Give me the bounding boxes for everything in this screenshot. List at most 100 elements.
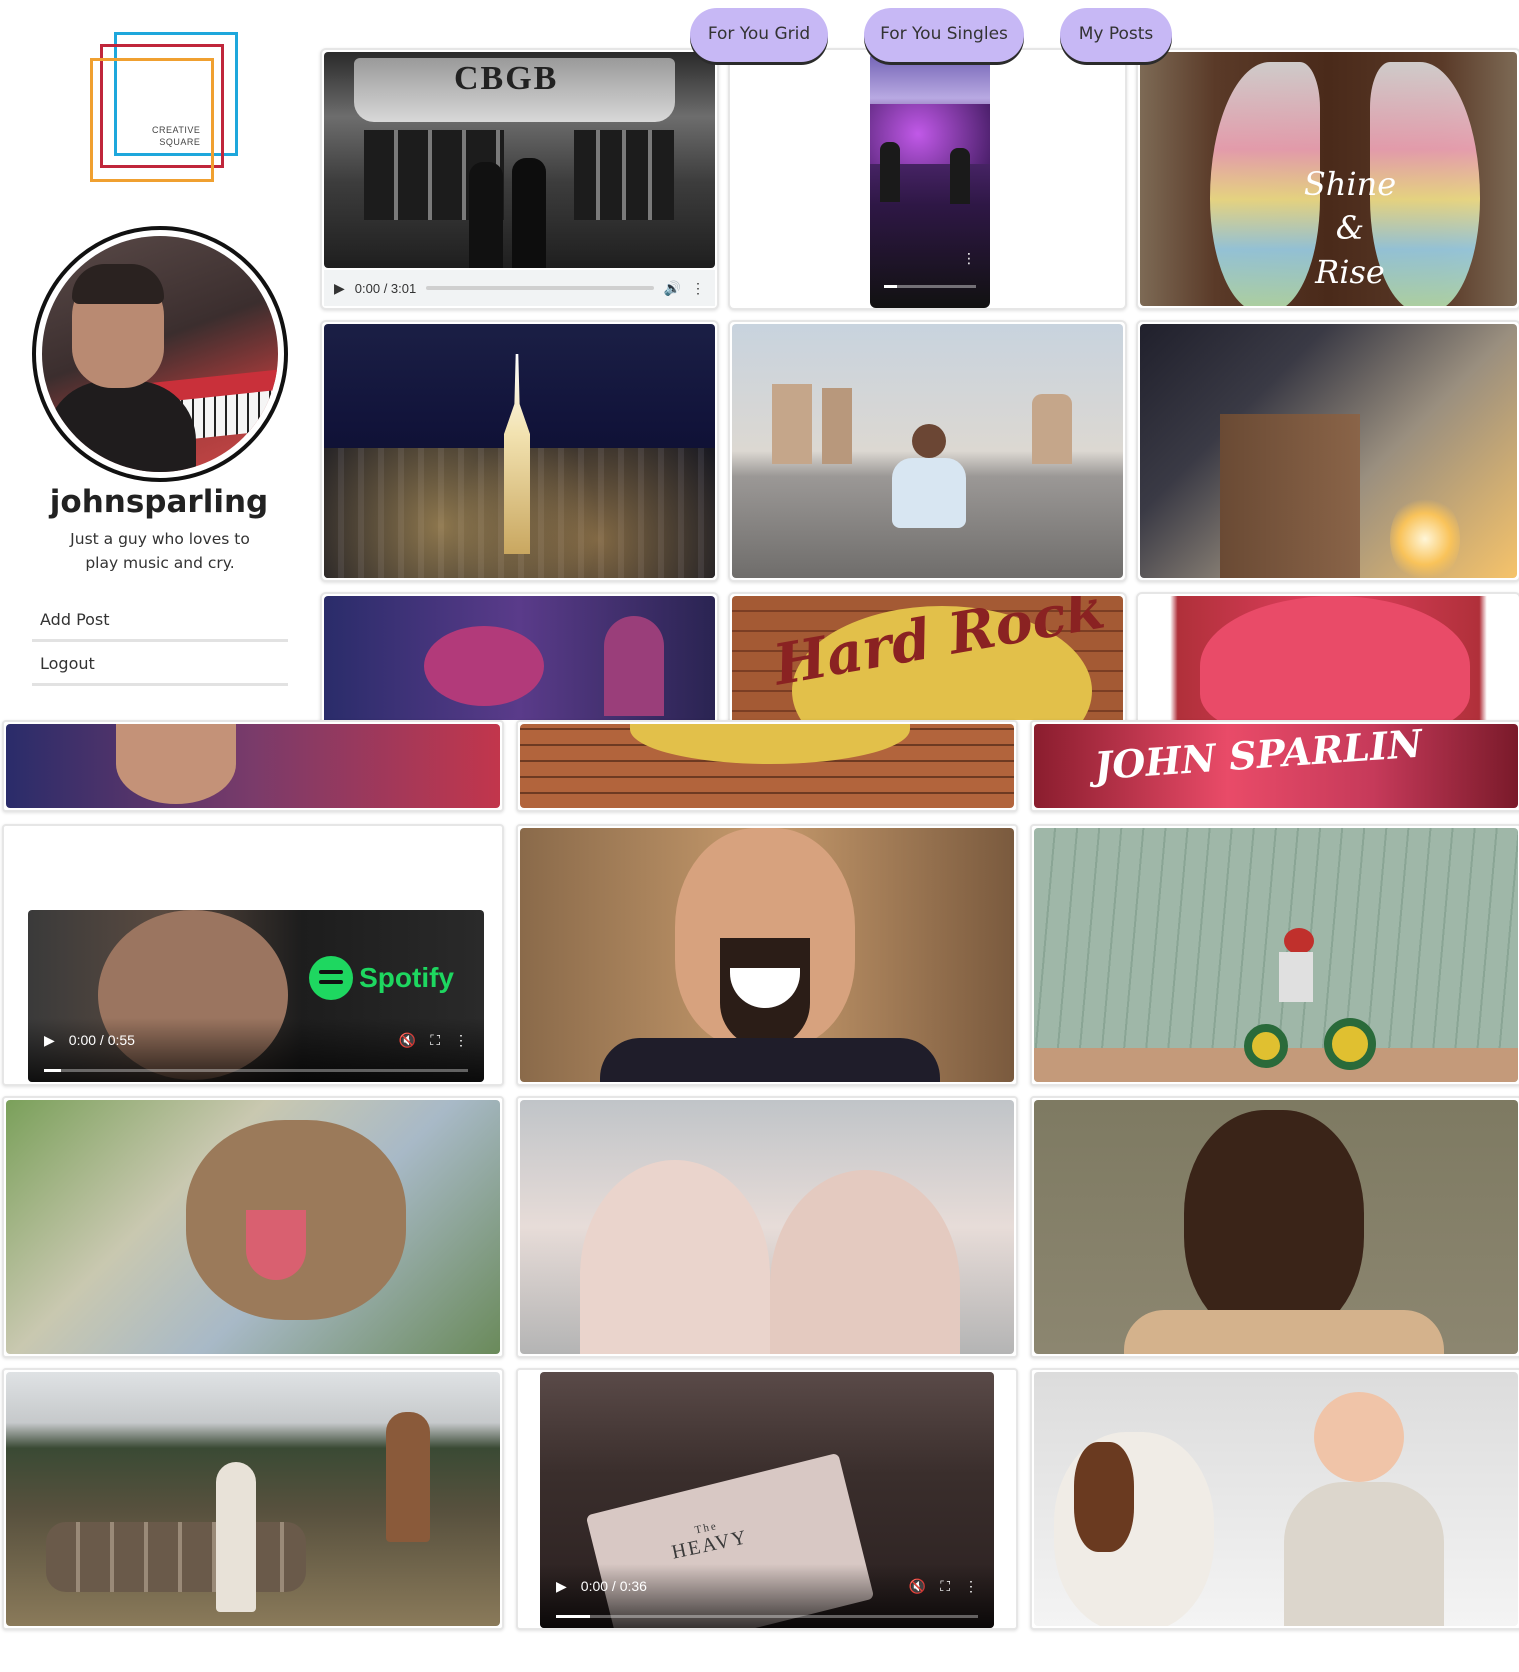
- username: johnsparling: [49, 484, 269, 520]
- person-body: [46, 381, 196, 472]
- post-family-logs[interactable]: [2, 1368, 504, 1630]
- more-options-icon[interactable]: ⋮: [691, 281, 705, 295]
- spotify-badge: Spotify: [309, 956, 454, 1000]
- post-concert-video[interactable]: ⋮: [728, 48, 1127, 310]
- post-cajon[interactable]: [1136, 320, 1519, 582]
- post-heavy-video[interactable]: The HEAVY ▶ 0:00 / 0:36 🔇 ⛶ ⋮: [516, 1368, 1018, 1630]
- person-left: [469, 162, 503, 268]
- bio: Just a guy who loves to play music and c…: [70, 530, 250, 572]
- baby-sweater: [1284, 1482, 1444, 1626]
- log-pile: [46, 1522, 306, 1592]
- person-hair: [72, 264, 164, 304]
- more-options-icon[interactable]: ⋮: [964, 1579, 978, 1593]
- post-baby-beagle[interactable]: [1030, 1368, 1519, 1630]
- logo-square-orange: [90, 58, 214, 182]
- post-nyc-skyline[interactable]: [320, 320, 719, 582]
- baby-head: [1314, 1392, 1404, 1482]
- post-pink-face-top[interactable]: [1136, 592, 1519, 732]
- nyc-photo: [324, 324, 715, 578]
- knee-right: [770, 1170, 960, 1354]
- cajon-photo: [1140, 324, 1517, 578]
- pink-photo-bottom: JOHN SPARLIN: [1034, 724, 1518, 808]
- smiling-man-photo: [520, 828, 1014, 1082]
- post-smiling-man[interactable]: [516, 824, 1018, 1086]
- avatar-photo: [42, 236, 278, 472]
- play-icon[interactable]: ▶: [44, 1033, 55, 1047]
- post-yawning-man[interactable]: [1030, 1096, 1519, 1358]
- video-controls: ▶ 0:00 / 0:55 🔇 ⛶ ⋮: [28, 1018, 484, 1082]
- post-band-bottom[interactable]: [2, 720, 504, 812]
- spotify-label: Spotify: [359, 962, 454, 993]
- heavy-video[interactable]: The HEAVY ▶ 0:00 / 0:36 🔇 ⛶ ⋮: [540, 1372, 994, 1628]
- woman-figure: [216, 1462, 256, 1612]
- avatar[interactable]: [32, 226, 288, 482]
- man-shirt: [1124, 1310, 1444, 1354]
- fullscreen-icon[interactable]: ⛶: [430, 1033, 440, 1047]
- window-right: [574, 130, 674, 220]
- tab-for-you-grid[interactable]: For You Grid: [690, 8, 828, 62]
- more-options-icon[interactable]: ⋮: [962, 252, 976, 266]
- boy-figure: [386, 1412, 430, 1542]
- logout-link[interactable]: Logout: [32, 642, 288, 686]
- fullscreen-icon[interactable]: ⛶: [940, 1579, 950, 1593]
- musician-2: [950, 148, 970, 204]
- post-hardrock-bottom[interactable]: [516, 720, 1018, 812]
- spotify-video[interactable]: Spotify ▶ 0:00 / 0:55 🔇 ⛶ ⋮: [28, 910, 484, 1082]
- kid-body: [1279, 952, 1313, 1002]
- volume-icon[interactable]: 🔊: [664, 281, 681, 295]
- tricycle-photo: [1034, 828, 1518, 1082]
- rock-2: [822, 388, 852, 464]
- post-spotify-video[interactable]: Spotify ▶ 0:00 / 0:55 🔇 ⛶ ⋮: [2, 824, 504, 1086]
- creative-square-logo[interactable]: CREATIVE SQUARE: [88, 28, 242, 186]
- yawning-man-photo: [1034, 1100, 1518, 1354]
- hair-pink: [424, 626, 544, 706]
- man-jacket: [600, 1038, 940, 1082]
- post-french-bulldog[interactable]: [2, 1096, 504, 1358]
- light-bulb: [1390, 494, 1460, 578]
- add-post-link[interactable]: Add Post: [32, 598, 288, 642]
- video-controls: ▶ 0:00 / 0:36 🔇 ⛶ ⋮: [540, 1564, 994, 1628]
- play-icon[interactable]: ▶: [334, 281, 345, 295]
- knee-left: [580, 1160, 770, 1354]
- person-body: [892, 458, 966, 528]
- post-desert-man[interactable]: [728, 320, 1127, 582]
- concert-video[interactable]: ⋮: [870, 52, 990, 308]
- hardrock-photo-bottom: [520, 724, 1014, 808]
- wings-text-line2: &: [1335, 209, 1365, 247]
- lower-section: JOHN SPARLIN Spotify ▶ 0:00 / 0:55 🔇 ⛶ ⋮: [0, 720, 1519, 1672]
- person-right: [512, 158, 546, 268]
- post-pink-bottom[interactable]: JOHN SPARLIN: [1030, 720, 1519, 812]
- post-cbgb[interactable]: CBGB ▶ 0:00 / 3:01 🔊 ⋮: [320, 48, 719, 310]
- video-progress[interactable]: [556, 1615, 978, 1618]
- post-hardrock-top[interactable]: Hard Rock: [728, 592, 1127, 732]
- tab-for-you-singles[interactable]: For You Singles: [864, 8, 1024, 62]
- video-progress[interactable]: [884, 285, 976, 288]
- audio-progress[interactable]: [426, 286, 654, 290]
- post-tricycle-kid[interactable]: [1030, 824, 1519, 1086]
- pink-face-photo-top: [1140, 596, 1517, 730]
- muted-icon[interactable]: 🔇: [399, 1033, 416, 1047]
- wings-photo: Shine & Rise: [1140, 52, 1517, 306]
- video-progress[interactable]: [44, 1069, 468, 1072]
- logo-text-line2: SQUARE: [159, 137, 201, 147]
- band-photo-bottom: [6, 724, 500, 808]
- video-time: 0:00 / 0:36: [580, 1578, 647, 1594]
- tab-my-posts[interactable]: My Posts: [1060, 8, 1172, 62]
- play-icon[interactable]: ▶: [556, 1579, 567, 1593]
- rock-1: [772, 384, 812, 464]
- post-knees[interactable]: [516, 1096, 1018, 1358]
- band-photo-top: [324, 596, 715, 730]
- audio-player[interactable]: ▶ 0:00 / 3:01 🔊 ⋮: [324, 270, 715, 306]
- post-shine-rise[interactable]: Shine & Rise: [1136, 48, 1519, 310]
- post-band-top[interactable]: [320, 592, 719, 732]
- drummer-face: [116, 724, 236, 804]
- muted-icon[interactable]: 🔇: [909, 1579, 926, 1593]
- rock-3: [1032, 394, 1072, 464]
- wings-text-line3: Rise: [1315, 253, 1385, 291]
- dog-tongue: [246, 1210, 306, 1280]
- baby-beagle-photo: [1034, 1372, 1518, 1626]
- kid-hat: [1284, 928, 1314, 954]
- knees-photo: [520, 1100, 1014, 1354]
- video-time: 0:00 / 0:55: [68, 1032, 135, 1048]
- more-options-icon[interactable]: ⋮: [454, 1033, 468, 1047]
